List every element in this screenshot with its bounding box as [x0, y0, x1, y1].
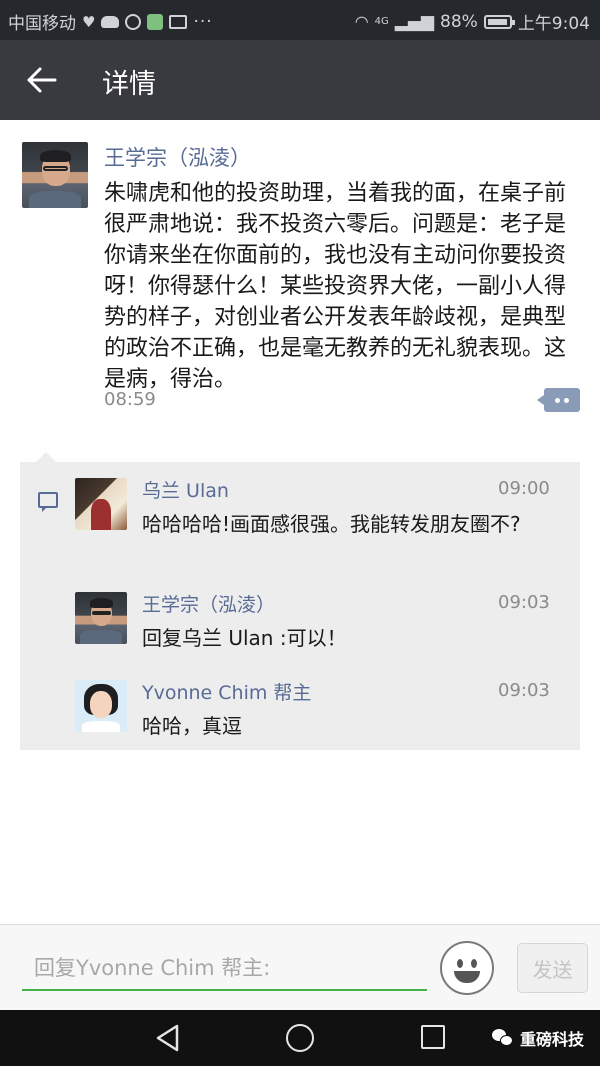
emoji-button[interactable]: [440, 941, 494, 995]
clock: 上午9:04: [517, 14, 590, 34]
status-bar: 中国移动 ♥ ··· ◠ 4G ▂▄▆ 88% 上午9:04: [0, 0, 600, 40]
comment-icon: [38, 492, 58, 512]
comment-menu-button[interactable]: [537, 388, 580, 412]
post-text: 朱啸虎和他的投资助理，当着我的面，在桌子前很严肃地说：我不投资六零后。问题是：老…: [104, 181, 567, 392]
watermark: 重磅科技: [492, 1026, 584, 1050]
smiley-icon: [457, 959, 463, 968]
signal-icon: ▂▄▆: [394, 11, 435, 32]
arrow-left-icon: [27, 67, 57, 93]
nav-recent-icon[interactable]: [421, 1025, 445, 1049]
cloud-icon: [101, 15, 120, 28]
network-label: 4G: [374, 16, 389, 27]
comment-time: 09:03: [498, 680, 550, 701]
reply-bar: 发送: [0, 924, 600, 1010]
comment-author[interactable]: 乌兰 Ulan: [142, 476, 229, 503]
nav-back-icon[interactable]: [155, 1024, 181, 1052]
play-icon: [147, 13, 164, 30]
nav-home-icon[interactable]: [286, 1024, 314, 1052]
system-nav-bar: 重磅科技: [0, 1010, 600, 1066]
comment-avatar-yvonne[interactable]: [75, 680, 127, 732]
q-icon: [125, 13, 142, 30]
watermark-label: 重磅科技: [520, 1030, 585, 1049]
title-bar: 详情: [0, 40, 600, 120]
comment-author[interactable]: Yvonne Chim 帮主: [142, 678, 311, 705]
status-bar-left: 中国移动 ♥ ···: [8, 9, 213, 35]
status-bar-right: ◠ 4G ▂▄▆ 88% 上午9:04: [354, 9, 590, 35]
comment-time: 09:03: [498, 592, 550, 613]
reply-input[interactable]: [22, 947, 427, 991]
comment-text[interactable]: 哈哈，真逗: [142, 712, 562, 741]
wechat-logo-icon: [492, 1029, 514, 1047]
post-author-name[interactable]: 王学宗（泓淩）: [104, 142, 251, 172]
more-dots-icon: ···: [193, 11, 213, 32]
comments-section: 乌兰 Ulan 09:00 哈哈哈哈!画面感很强。我能转发朋友圈不? 王学宗（泓…: [20, 452, 580, 750]
carrier-label: 中国移动: [8, 14, 76, 34]
comment-avatar-author[interactable]: [75, 592, 127, 644]
heart-icon: ♥: [82, 12, 96, 31]
wifi-icon: ◠: [354, 12, 369, 31]
mail-icon: [169, 14, 188, 29]
comment-text[interactable]: 回复乌兰 Ulan :可以！: [142, 624, 562, 653]
post-timestamp: 08:59: [104, 389, 156, 410]
comment-time: 09:00: [498, 478, 550, 499]
send-button[interactable]: 发送: [517, 943, 588, 993]
back-button[interactable]: [22, 60, 62, 100]
comment-text[interactable]: 哈哈哈哈!画面感很强。我能转发朋友圈不?: [142, 510, 562, 539]
comment-author[interactable]: 王学宗（泓淩）: [142, 590, 275, 617]
battery-percent: 88%: [440, 11, 478, 32]
page-title: 详情: [102, 69, 156, 100]
post-author-avatar[interactable]: [22, 142, 88, 208]
comment-avatar-ulan[interactable]: [75, 478, 127, 530]
battery-icon: [483, 14, 515, 29]
